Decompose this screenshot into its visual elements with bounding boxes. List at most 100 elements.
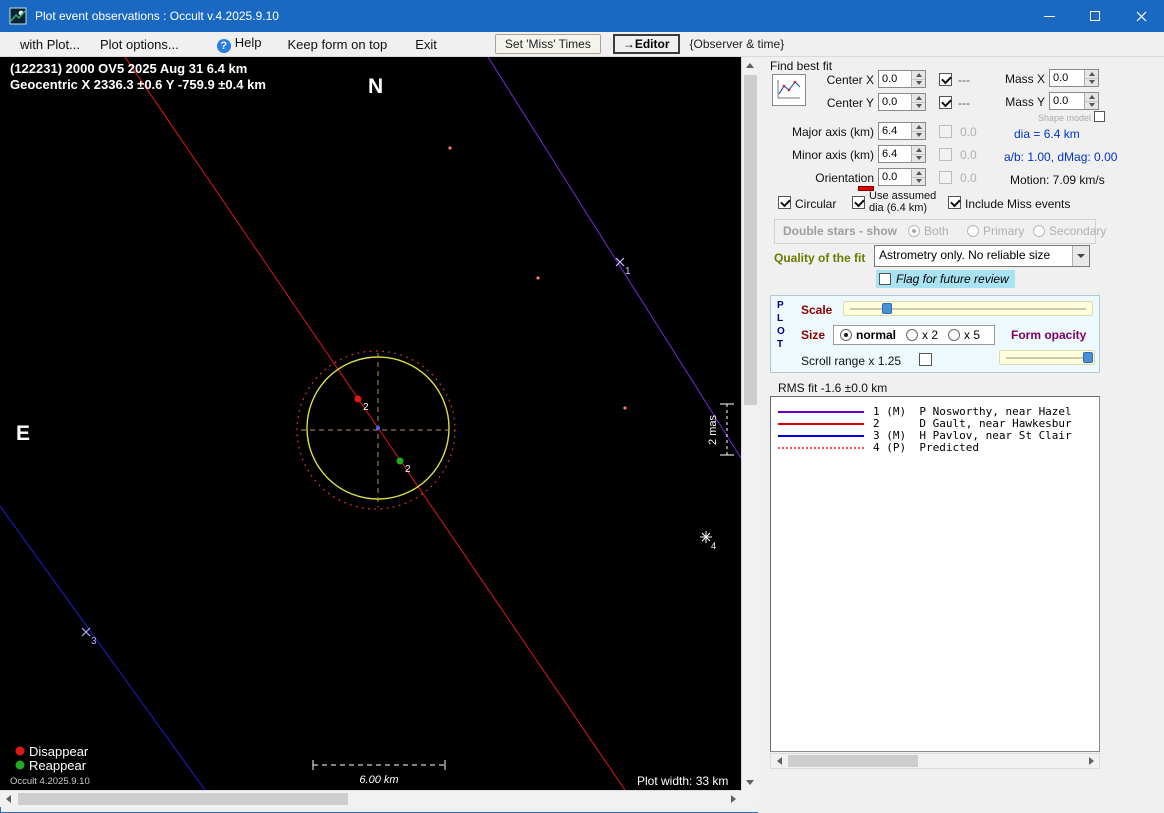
center-x-dashes: --- bbox=[958, 73, 970, 87]
dropdown-arrow[interactable] bbox=[1072, 246, 1089, 266]
radio-icon bbox=[840, 329, 852, 341]
major-axis-spin-arrows[interactable] bbox=[911, 123, 925, 139]
orientation-value: 0.0 bbox=[882, 171, 898, 183]
center-y-spin-arrows[interactable] bbox=[911, 94, 925, 110]
shape-model-checkbox[interactable] bbox=[1094, 111, 1105, 122]
flag-review-checkbox-row[interactable]: Flag for future review bbox=[876, 270, 1015, 288]
center-y-dashes: --- bbox=[958, 96, 970, 110]
quality-of-fit-value: Astrometry only. No reliable size bbox=[879, 248, 1051, 262]
find-best-fit-button[interactable] bbox=[772, 74, 806, 106]
circular-checkbox[interactable] bbox=[778, 196, 791, 209]
minor-axis-spin-arrows[interactable] bbox=[911, 146, 925, 162]
horizontal-scroll-thumb[interactable] bbox=[788, 755, 918, 767]
plot-width-label: Plot width: 33 km bbox=[637, 774, 728, 788]
scale-slider-thumb[interactable] bbox=[882, 303, 892, 314]
disappear-marker[interactable] bbox=[354, 395, 362, 403]
mass-x-spin-arrows[interactable] bbox=[1084, 70, 1098, 86]
editor-button[interactable]: →Editor bbox=[612, 34, 680, 54]
use-assumed-checkbox[interactable] bbox=[852, 196, 865, 209]
maximize-button[interactable] bbox=[1072, 0, 1118, 32]
arrow-up-icon bbox=[746, 59, 754, 68]
mass-x-spinner[interactable]: 0.0 bbox=[1049, 69, 1099, 87]
center-y-label: Center Y bbox=[826, 96, 874, 110]
plot-horizontal-scrollbar[interactable] bbox=[0, 790, 741, 807]
orientation-alt-value: 0.0 bbox=[960, 171, 977, 185]
menubar: with Plot... Plot options... ? Help Keep … bbox=[0, 32, 1164, 57]
scroll-right-button[interactable] bbox=[725, 791, 741, 807]
horizontal-scroll-thumb[interactable] bbox=[18, 793, 348, 805]
plot-letter-t: T bbox=[777, 339, 784, 350]
titlebar[interactable]: Plot event observations : Occult v.4.202… bbox=[0, 0, 1164, 32]
plot-vertical-scrollbar[interactable] bbox=[741, 57, 758, 790]
menu-exit[interactable]: Exit bbox=[405, 34, 447, 55]
scroll-down-button[interactable] bbox=[742, 774, 758, 790]
fit-controls-panel: Find best fit Center X 0.0 --- Mass X 0.… bbox=[758, 57, 1164, 813]
double-stars-primary-radio: Primary bbox=[967, 224, 1024, 238]
scroll-left-button[interactable] bbox=[0, 791, 16, 807]
primary-label: Primary bbox=[983, 224, 1025, 238]
mass-y-spinner[interactable]: 0.0 bbox=[1049, 92, 1099, 110]
center-y-spinner[interactable]: 0.0 bbox=[878, 93, 926, 111]
vertical-scroll-thumb[interactable] bbox=[744, 75, 757, 405]
disappear-legend-label: Disappear bbox=[29, 744, 89, 759]
center-x-lock-checkbox[interactable] bbox=[939, 73, 952, 86]
menu-plot-options[interactable]: Plot options... bbox=[90, 34, 189, 55]
spin-down-icon bbox=[915, 156, 922, 163]
mass-y-spin-arrows[interactable] bbox=[1084, 93, 1098, 109]
scroll-right-button[interactable] bbox=[1083, 754, 1099, 768]
spin-up-icon bbox=[915, 145, 922, 152]
observation-row[interactable]: 4 (P) Predicted bbox=[778, 441, 1088, 454]
include-miss-checkbox[interactable] bbox=[948, 196, 961, 209]
quality-of-fit-dropdown[interactable]: Astrometry only. No reliable size bbox=[874, 245, 1090, 267]
flag-review-checkbox[interactable] bbox=[879, 273, 891, 285]
center-x-spinner[interactable]: 0.0 bbox=[878, 70, 926, 88]
major-axis-alt-value: 0.0 bbox=[960, 125, 977, 139]
scroll-up-button[interactable] bbox=[742, 57, 758, 73]
scale-slider[interactable] bbox=[843, 301, 1093, 316]
set-miss-times-button[interactable]: Set 'Miss' Times bbox=[494, 34, 601, 54]
menu-with-plot[interactable]: with Plot... bbox=[10, 34, 90, 55]
double-stars-both-radio: Both bbox=[908, 224, 949, 238]
flag-review-label: Flag for future review bbox=[896, 272, 1009, 286]
north-label: N bbox=[368, 75, 383, 98]
size-x2-radio[interactable]: x 2 bbox=[906, 328, 938, 342]
app-icon bbox=[9, 7, 27, 25]
menu-keep-on-top[interactable]: Keep form on top bbox=[278, 34, 398, 55]
field-star bbox=[536, 276, 540, 280]
center-x-spin-arrows[interactable] bbox=[911, 71, 925, 87]
form-opacity-slider[interactable] bbox=[999, 350, 1095, 365]
both-label: Both bbox=[924, 224, 949, 238]
size-x5-radio[interactable]: x 5 bbox=[948, 328, 980, 342]
find-best-fit-label: Find best fit bbox=[770, 59, 833, 73]
disappear-legend-icon bbox=[15, 746, 25, 756]
minimize-button[interactable] bbox=[1026, 0, 1072, 32]
scroll-range-checkbox[interactable] bbox=[919, 353, 932, 366]
help-icon: ? bbox=[216, 39, 231, 53]
mass-x-value: 0.0 bbox=[1053, 72, 1069, 84]
center-y-lock-checkbox[interactable] bbox=[939, 96, 952, 109]
spin-up-icon bbox=[915, 70, 922, 77]
arrow-right-icon bbox=[730, 795, 740, 803]
radio-icon bbox=[967, 225, 979, 237]
scroll-left-button[interactable] bbox=[771, 754, 787, 768]
radio-icon bbox=[948, 329, 961, 341]
orientation-spin-arrows[interactable] bbox=[911, 169, 925, 185]
menu-help[interactable]: ? Help bbox=[207, 32, 272, 56]
size-normal-radio[interactable]: normal bbox=[840, 328, 896, 342]
close-button[interactable] bbox=[1118, 0, 1164, 32]
menu-help-label: Help bbox=[234, 35, 262, 50]
quality-of-fit-label: Quality of the fit bbox=[774, 251, 866, 265]
occultation-plot-canvas[interactable]: 2 2 1 3 4 (122231) 2000 OV5 2025 Aug 31 … bbox=[0, 57, 741, 790]
minor-axis-spinner[interactable]: 6.4 bbox=[878, 145, 926, 163]
double-stars-group: Double stars - show Both Primary Seconda… bbox=[774, 219, 1106, 244]
form-opacity-slider-thumb[interactable] bbox=[1083, 352, 1093, 363]
orientation-spinner[interactable]: 0.0 bbox=[878, 168, 926, 186]
reappear-marker[interactable] bbox=[396, 457, 404, 465]
major-axis-spinner[interactable]: 6.4 bbox=[878, 122, 926, 140]
window-title: Plot event observations : Occult v.4.202… bbox=[35, 9, 279, 23]
scale-bar-label: 6.00 km bbox=[359, 774, 398, 786]
spin-down-icon bbox=[915, 104, 922, 111]
listbox-horizontal-scrollbar[interactable] bbox=[770, 753, 1100, 769]
observations-listbox[interactable]: 1 (M) P Nosworthy, near Hazel 2 D Gault,… bbox=[770, 396, 1100, 752]
mass-y-value: 0.0 bbox=[1053, 95, 1069, 107]
